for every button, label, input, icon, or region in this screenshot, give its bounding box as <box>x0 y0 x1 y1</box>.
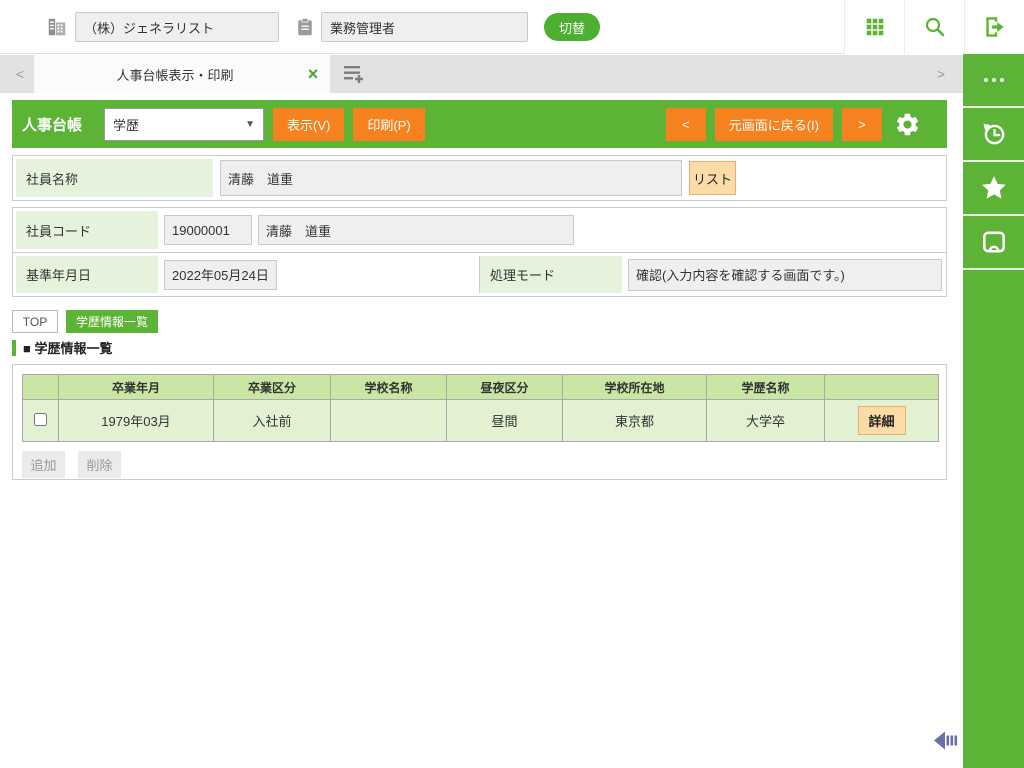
cell-school-name <box>330 399 447 442</box>
show-button[interactable]: 表示(V) <box>273 107 345 141</box>
cell-select <box>22 399 59 442</box>
new-tab-icon[interactable] <box>342 63 366 90</box>
employee-info-panel: 社員コード 基準年月日 処理モード <box>12 207 947 297</box>
star-icon <box>979 173 1009 203</box>
education-table-panel: 卒業年月 卒業区分 学校名称 昼夜区分 学校所在地 学歴名称 1979年03月 … <box>12 364 947 480</box>
logout-button[interactable] <box>964 0 1024 54</box>
company-icon <box>46 16 68 38</box>
header-graduation-class: 卒業区分 <box>213 374 331 400</box>
list-button[interactable]: リスト <box>689 161 736 195</box>
employee-name-panel: 社員名称 リスト <box>12 155 947 201</box>
logout-icon <box>982 14 1008 40</box>
tab-title: 人事台帳表示・印刷 <box>116 67 234 83</box>
clipboard-icon <box>296 17 314 37</box>
prev-button[interactable]: < <box>665 107 706 141</box>
role-input[interactable] <box>321 12 528 42</box>
back-to-origin-button[interactable]: 元画面に戻る(I) <box>714 107 833 141</box>
tab-bar: < 人事台帳表示・印刷 × > <box>0 55 963 93</box>
cell-detail: 詳細 <box>824 399 939 442</box>
search-button[interactable] <box>904 0 964 54</box>
delete-row-button[interactable]: 削除 <box>78 451 121 478</box>
header-education-name: 学歴名称 <box>706 374 825 400</box>
section-title: ■ 学歴情報一覧 <box>23 341 113 356</box>
header-graduation-ym: 卒業年月 <box>58 374 214 400</box>
page-title: 人事台帳 <box>22 116 83 134</box>
header-detail <box>824 374 939 400</box>
sub-tabs: TOP 学歴情報一覧 <box>12 310 159 333</box>
add-row-button[interactable]: 追加 <box>22 451 65 478</box>
chevron-down-icon: ▼ <box>245 118 256 130</box>
right-sidebar <box>963 54 1024 768</box>
header-day-night: 昼夜区分 <box>446 374 563 400</box>
company-input[interactable] <box>75 12 279 42</box>
apps-grid-button[interactable] <box>844 0 904 54</box>
employee-code-label: 社員コード <box>16 211 158 249</box>
subtab-education-list[interactable]: 学歴情報一覧 <box>66 310 159 333</box>
history-button[interactable] <box>963 108 1024 162</box>
ledger-view-select[interactable]: 学歴 ▼ <box>104 107 265 141</box>
command-bar: 人事台帳 学歴 ▼ 表示(V) 印刷(P) < 元画面に戻る(I) > <box>12 100 947 148</box>
employee-name-input[interactable] <box>220 160 682 196</box>
base-date-row: 基準年月日 処理モード <box>13 252 946 296</box>
cell-day-night: 昼間 <box>446 399 563 442</box>
collapse-panel-arrow-icon[interactable] <box>933 730 960 756</box>
base-date-label: 基準年月日 <box>16 256 158 293</box>
tab-personnel-ledger[interactable]: 人事台帳表示・印刷 × <box>34 55 330 93</box>
history-icon <box>980 120 1008 148</box>
ellipsis-icon <box>983 78 1004 82</box>
table-row: 1979年03月 入社前 昼間 東京都 大学卒 詳細 <box>22 399 939 442</box>
process-mode-label: 処理モード <box>480 256 622 293</box>
base-date-input[interactable] <box>164 259 277 290</box>
education-table: 卒業年月 卒業区分 学校名称 昼夜区分 学校所在地 学歴名称 1979年03月 … <box>22 374 939 442</box>
next-button[interactable]: > <box>842 107 882 141</box>
settings-gear-icon[interactable] <box>894 111 921 138</box>
header-school-name: 学校名称 <box>330 374 447 400</box>
tab-close-icon[interactable]: × <box>296 65 330 83</box>
search-icon <box>923 15 947 39</box>
base-date-cell <box>158 256 480 293</box>
favorites-button[interactable] <box>963 162 1024 216</box>
detail-button[interactable]: 詳細 <box>857 406 906 435</box>
process-mode-input[interactable] <box>628 258 942 291</box>
employee-code-row: 社員コード <box>13 208 946 252</box>
header-school-location: 学校所在地 <box>562 374 707 400</box>
employee-code-input[interactable] <box>164 215 252 245</box>
apps-grid-icon <box>864 16 886 38</box>
switch-button[interactable]: 切替 <box>544 13 601 41</box>
tray-button[interactable] <box>963 216 1024 270</box>
cell-school-location: 東京都 <box>562 399 707 442</box>
header-select <box>22 374 59 400</box>
cell-graduation-class: 入社前 <box>213 399 331 442</box>
section-accent-bar <box>12 339 16 356</box>
section-title-row: ■ 学歴情報一覧 <box>12 338 112 357</box>
cell-graduation-ym: 1979年03月 <box>58 399 214 442</box>
table-actions: 追加 削除 <box>22 451 937 478</box>
subtab-top[interactable]: TOP <box>12 310 58 333</box>
employee-code-name-input[interactable] <box>258 215 574 245</box>
employee-name-label: 社員名称 <box>16 159 213 197</box>
print-button[interactable]: 印刷(P) <box>353 107 425 141</box>
tab-scroll-right-icon[interactable]: > <box>929 55 953 93</box>
more-menu-button[interactable] <box>963 54 1024 108</box>
table-header-row: 卒業年月 卒業区分 学校名称 昼夜区分 学校所在地 学歴名称 <box>22 374 939 400</box>
tab-scroll-left-icon[interactable]: < <box>8 55 32 93</box>
cell-education-name: 大学卒 <box>706 399 825 442</box>
tray-icon <box>980 228 1008 256</box>
main-content: 人事台帳 学歴 ▼ 表示(V) 印刷(P) < 元画面に戻る(I) > 社員名称… <box>0 93 963 768</box>
app-window: 切替 <box>0 0 1024 768</box>
row-checkbox[interactable] <box>34 412 47 426</box>
top-bar: 切替 <box>0 0 1024 54</box>
ledger-view-selected-value: 学歴 <box>113 117 140 133</box>
